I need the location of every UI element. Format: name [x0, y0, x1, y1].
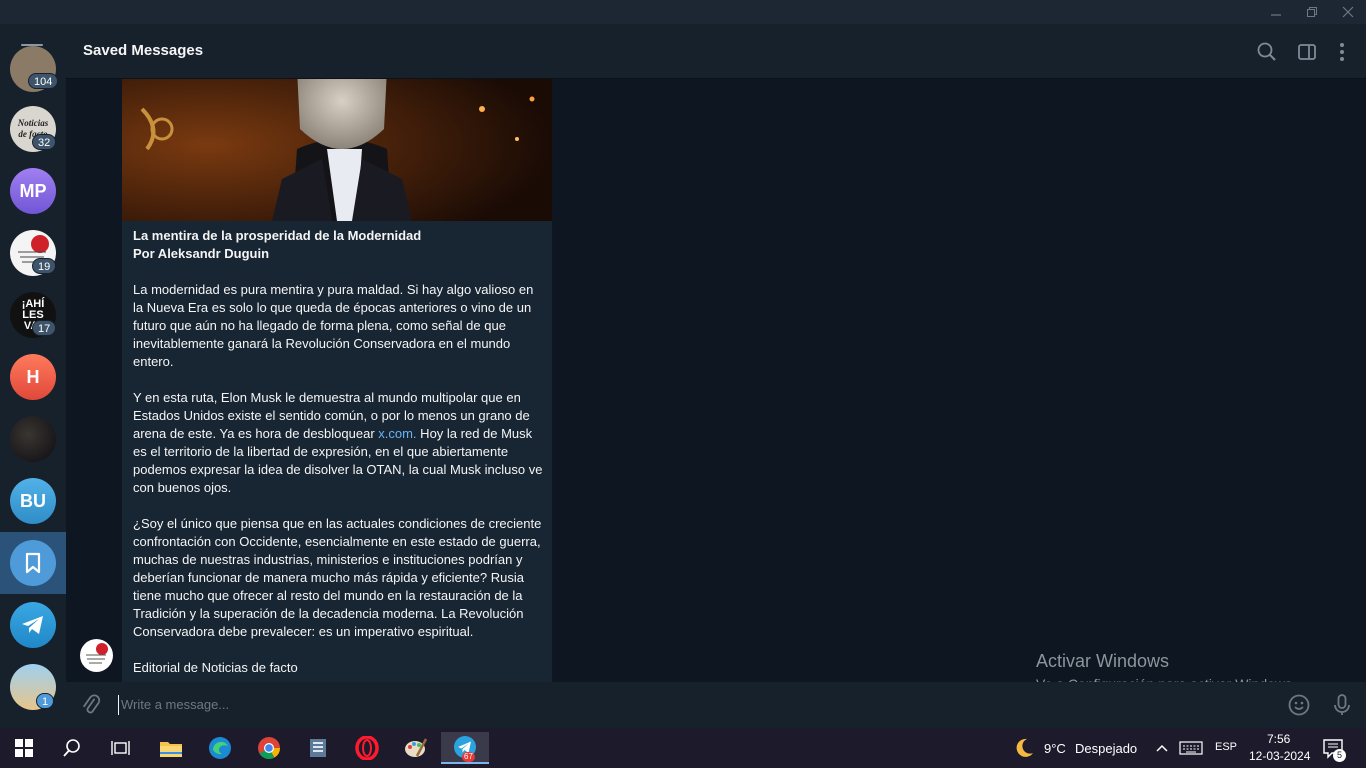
avatar-initials: MP	[19, 180, 47, 201]
smile-icon	[1288, 694, 1310, 716]
paint-palette-icon	[405, 738, 428, 757]
more-options-button[interactable]	[1330, 40, 1354, 64]
more-vertical-icon	[1340, 43, 1344, 61]
avatar-image	[86, 643, 108, 664]
document-app-icon	[310, 739, 326, 757]
taskbar-app-4[interactable]	[294, 732, 342, 764]
search-icon	[1257, 42, 1276, 61]
message-list[interactable]: La mentira de la prosperidad de la Moder…	[66, 79, 1366, 682]
search-button[interactable]	[1255, 40, 1279, 64]
task-view-icon	[111, 741, 130, 755]
weather-temp: 9°C	[1044, 741, 1066, 756]
toggle-info-panel-button[interactable]	[1295, 40, 1319, 64]
taskbar-chrome[interactable]	[245, 732, 293, 764]
message-paragraph: Editorial de Noticias de facto	[133, 660, 298, 675]
message-input[interactable]: Write a message...	[118, 695, 1258, 715]
chat-avatar-h[interactable]: H	[10, 354, 56, 400]
photo-image	[122, 79, 552, 221]
taskbar-search-button[interactable]	[48, 732, 96, 764]
bookmark-icon	[25, 552, 41, 574]
chat-folder-sidebar: 104 Noticias de facto 32 MP 19 ¡AHÍ LES …	[0, 24, 66, 728]
unread-badge: 104	[28, 73, 59, 89]
sender-avatar[interactable]	[80, 639, 113, 672]
attach-button[interactable]	[80, 694, 102, 716]
telegram-unread-badge: 67	[462, 752, 475, 762]
message-paragraph: La modernidad es pura mentira y pura mal…	[133, 282, 534, 369]
message-bubble[interactable]: La mentira de la prosperidad de la Moder…	[122, 79, 552, 682]
message-text: La mentira de la prosperidad de la Moder…	[133, 227, 545, 682]
taskbar-file-explorer[interactable]	[147, 732, 195, 764]
message-paragraph: ¿Soy el único que piensa que en las actu…	[133, 516, 542, 639]
x-com-link[interactable]: x.com.	[378, 426, 416, 441]
touch-keyboard-button[interactable]	[1179, 740, 1203, 756]
task-view-button[interactable]	[96, 732, 144, 764]
chat-avatar-saved-messages[interactable]	[10, 540, 56, 586]
chat-avatar-mp[interactable]: MP	[10, 168, 56, 214]
clock-time[interactable]: 7:56	[1267, 732, 1290, 746]
emoji-button[interactable]	[1287, 693, 1311, 717]
minimize-button[interactable]	[1258, 0, 1294, 24]
taskbar-paint[interactable]	[392, 732, 440, 764]
windows-taskbar: 67 9°C Despejado ESP 7:56 12-03-2024 5	[0, 728, 1366, 768]
message-input-bar: Write a message...	[66, 682, 1366, 728]
restore-icon	[1307, 7, 1317, 17]
taskbar-telegram[interactable]: 67	[441, 732, 489, 764]
chevron-up-icon	[1156, 744, 1168, 752]
opera-browser-icon	[355, 736, 379, 760]
message-author: Por Aleksandr Duguin	[133, 246, 270, 261]
chat-avatar-7[interactable]	[10, 416, 56, 462]
paperclip-icon	[83, 694, 101, 714]
taskbar-opera[interactable]	[343, 732, 391, 764]
chat-avatar-bu[interactable]: BU	[10, 478, 56, 524]
voice-record-button[interactable]	[1330, 693, 1354, 717]
avatar-initials: BU	[20, 490, 46, 511]
notification-center-button[interactable]: 5	[1322, 737, 1346, 762]
unread-badge: 1	[36, 693, 55, 709]
unread-badge: 19	[32, 258, 57, 274]
taskbar-edge[interactable]	[196, 732, 244, 764]
chrome-browser-icon	[258, 737, 280, 759]
watermark-title: Activar Windows	[1036, 651, 1170, 671]
input-language[interactable]: ESP	[1215, 741, 1237, 753]
unread-badge: 32	[32, 134, 57, 150]
close-icon	[1342, 6, 1354, 18]
edge-browser-icon	[209, 737, 231, 759]
chat-title: Saved Messages	[83, 42, 204, 59]
message-photo[interactable]	[122, 79, 552, 221]
keyboard-icon	[1179, 741, 1203, 755]
show-hidden-icons-button[interactable]	[1154, 740, 1170, 756]
clock-date[interactable]: 12-03-2024	[1249, 749, 1310, 763]
message-paragraph: Y en esta ruta, Elon Musk le demuestra a…	[133, 389, 545, 497]
start-button[interactable]	[0, 732, 48, 764]
avatar-initials: H	[26, 366, 40, 387]
minimize-icon	[1271, 14, 1281, 16]
weather-widget[interactable]	[1012, 736, 1036, 760]
unread-badge: 17	[32, 320, 57, 336]
restore-button[interactable]	[1294, 0, 1330, 24]
chat-avatar-telegram[interactable]	[10, 602, 56, 648]
folder-icon	[160, 742, 182, 757]
telegram-plane-icon	[22, 616, 43, 634]
notification-count-badge: 5	[1333, 749, 1346, 762]
sidebar-panel-icon	[1298, 44, 1316, 60]
chat-header: Saved Messages	[66, 24, 1366, 79]
close-button[interactable]	[1330, 0, 1366, 24]
title-bar	[0, 0, 1366, 24]
windows-logo-icon	[15, 739, 33, 757]
moon-icon	[1016, 738, 1033, 757]
microphone-icon	[1334, 694, 1350, 715]
search-icon	[63, 739, 80, 757]
message-title: La mentira de la prosperidad de la Moder…	[133, 228, 422, 243]
weather-condition: Despejado	[1075, 741, 1138, 756]
